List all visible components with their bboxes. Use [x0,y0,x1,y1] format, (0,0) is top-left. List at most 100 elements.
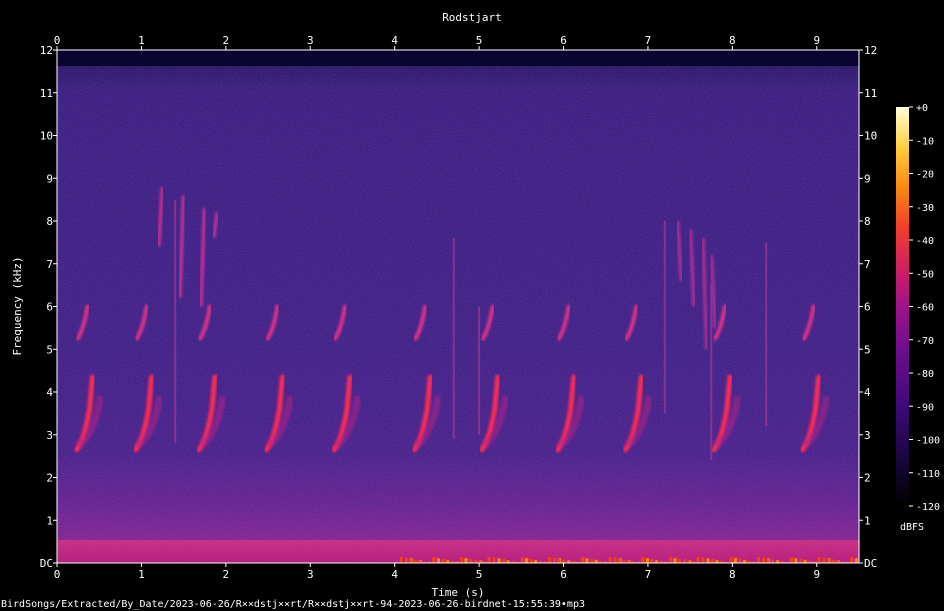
y-tick-label-right: 11 [864,87,877,100]
x-tick-label: 2 [223,568,230,581]
colorbar [896,107,909,506]
low-frequency-energy [585,558,589,563]
low-frequency-energy [831,559,835,563]
low-frequency-energy [441,559,445,563]
colorbar-ticks: +0 -10 -20 -30 -40 -50 -60 -70 -80 -90 -100 -110 -12… [909,103,940,513]
x-tick-label: 7 [645,568,652,581]
colorbar-tick-label: +0 [916,103,928,114]
colorbar-tick-label: -90 [916,402,934,413]
low-frequency-energy [701,557,705,563]
low-frequency-energy [622,559,626,563]
y-tick-label: 12 [40,44,53,57]
low-frequency-energy [817,557,821,563]
y-tick-label: 1 [46,514,53,527]
colorbar-tick-label: -30 [916,203,934,214]
y-tick-label-right: 9 [864,172,871,185]
low-frequency-energy [766,558,770,563]
x-tick-label: 8 [729,568,736,581]
low-frequency-energy [640,557,644,563]
low-frequency-energy [529,558,533,563]
low-frequency-energy [474,559,478,563]
x-tick-label-top: 3 [307,34,314,47]
x-tick-label-top: 2 [223,34,230,47]
low-frequency-energy [771,559,775,563]
x-tick-label: 6 [560,568,567,581]
x-tick-label: 5 [476,568,483,581]
y-tick-label-right: 5 [864,343,871,356]
low-frequency-energy [590,558,594,563]
low-frequency-energy [669,557,673,563]
y-tick-label-right: 2 [864,472,871,485]
y-tick-label-right: 6 [864,301,871,314]
low-frequency-energy [617,558,621,563]
low-frequency-energy [650,559,654,563]
x-tick-label-top: 7 [645,34,652,47]
low-frequency-energy [501,559,505,563]
low-frequency-energy [580,557,584,563]
colorbar-tick-label: -40 [916,236,934,247]
y-tick-label: 4 [46,386,53,399]
low-frequency-energy [548,557,552,563]
x-tick-label-top: 0 [54,34,61,47]
low-frequency-energy [794,558,798,563]
x-tick-label-top: 9 [813,34,820,47]
colorbar-tick-label: -100 [916,436,940,447]
y-tick-label-right: DC [864,557,877,570]
low-frequency-energy [613,557,617,563]
low-frequency-energy [733,558,737,563]
low-frequency-energy [854,558,858,563]
y-tick-label: 7 [46,258,53,271]
y-tick-label-right: 4 [864,386,871,399]
y-tick-label: 9 [46,172,53,185]
colorbar-tick-label: -10 [916,136,934,147]
low-frequency-energy [683,559,687,563]
y-tick-label-right: 12 [864,44,877,57]
y-axis-label: Frequency (kHz) [11,256,24,355]
low-frequency-energy [608,557,612,563]
low-frequency-energy [413,559,417,563]
x-tick-label: 1 [138,568,145,581]
low-frequency-energy [464,558,468,563]
low-frequency-energy [849,557,853,563]
low-frequency-energy [399,557,403,563]
colorbar-tick-label: -20 [916,170,934,181]
low-frequency-energy [826,558,830,563]
low-frequency-energy [789,557,793,563]
x-tick-label: 9 [813,568,820,581]
low-frequency-energy [460,557,464,563]
y-tick-label: 8 [46,215,53,228]
x-tick-label-top: 6 [560,34,567,47]
low-frequency-energy [757,557,761,563]
colorbar-tick-label: -50 [916,269,934,280]
y-tick-label-right: 10 [864,130,877,143]
y-tick-label: 6 [46,301,53,314]
low-frequency-energy [487,557,491,563]
x-tick-label-top: 4 [391,34,398,47]
y-tick-label: 11 [40,87,53,100]
file-path: BirdSongs/Extracted/By_Date/2023-06-26/R… [1,599,585,610]
y-tick-label: 2 [46,472,53,485]
colorbar-tick-label: -70 [916,336,934,347]
low-frequency-energy [557,558,561,563]
chart-title: Rodstjart [442,11,502,24]
dc-energy-band [57,540,859,563]
low-frequency-energy [738,558,742,563]
low-frequency-energy [822,557,826,563]
low-frequency-energy [860,559,863,565]
low-frequency-energy [553,557,557,563]
low-frequency-energy [706,558,710,563]
low-frequency-energy [799,558,803,563]
plot-area [57,50,863,565]
x-tick-label-top: 1 [138,34,145,47]
y-tick-label: DC [40,557,53,570]
x-axis-label: Time (s) [432,586,485,599]
low-frequency-energy [469,558,473,563]
spectrogram-noise-texture [57,66,859,563]
low-frequency-energy [524,558,528,563]
y-tick-label-right: 8 [864,215,871,228]
low-frequency-energy [437,558,441,563]
colorbar-tick-label: -60 [916,303,934,314]
colorbar-tick-label: -110 [916,469,940,480]
low-frequency-energy [408,558,412,563]
low-frequency-energy [404,557,408,563]
